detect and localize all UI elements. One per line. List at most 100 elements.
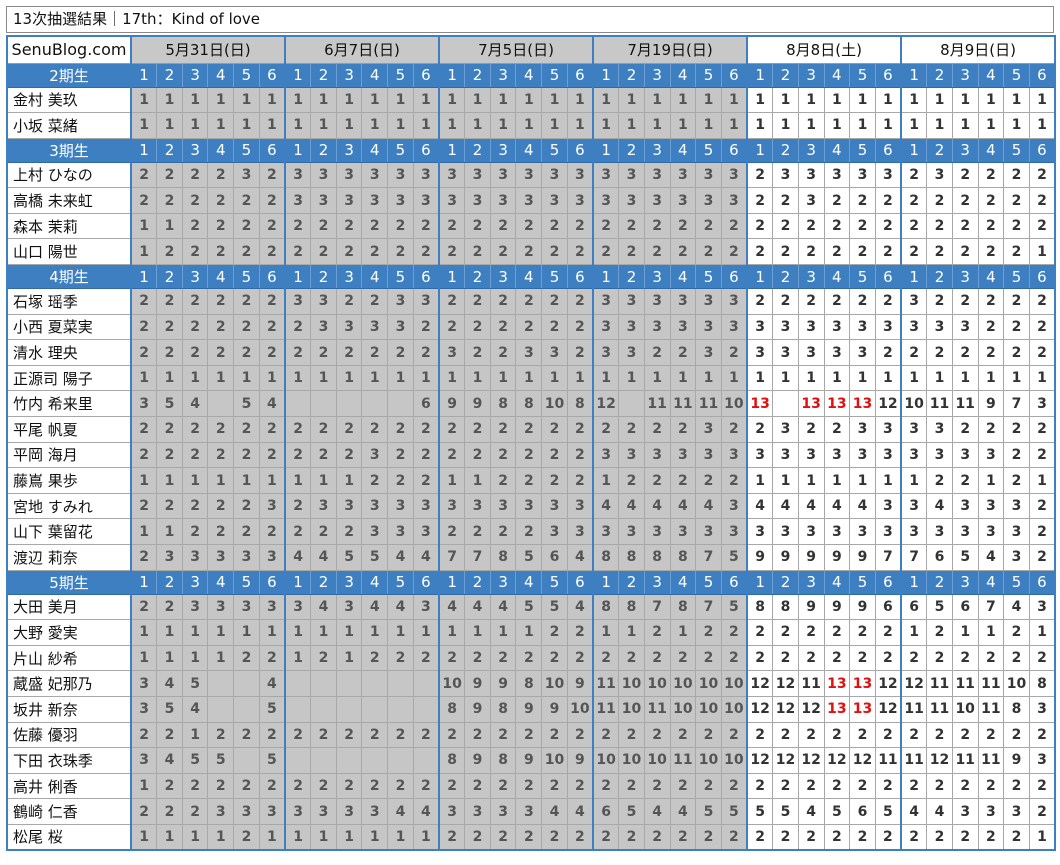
- result-cell: 3: [720, 313, 748, 341]
- slot-number: 5: [387, 62, 414, 88]
- result-cell: 2: [515, 441, 543, 469]
- result-cell: 2: [335, 288, 363, 315]
- result-cell: 3: [515, 339, 543, 366]
- slot-number: 1: [900, 264, 928, 290]
- result-cell: 2: [1028, 518, 1056, 545]
- result-cell: 3: [849, 518, 876, 545]
- slot-number: 2: [156, 264, 183, 290]
- result-cell: 3: [772, 161, 799, 189]
- slot-number: 4: [361, 569, 389, 595]
- result-cell: 1: [643, 364, 671, 392]
- result-cell: 4: [412, 798, 440, 825]
- result-cell: 9: [464, 390, 491, 418]
- result-cell: 1: [156, 644, 183, 672]
- result-cell: 3: [310, 313, 337, 341]
- result-cell: 1: [720, 364, 748, 392]
- result-cell: 2: [669, 467, 697, 494]
- result-cell: 2: [207, 416, 235, 443]
- slot-number: 3: [489, 62, 517, 88]
- result-cell: 2: [566, 721, 594, 749]
- slot-number: 3: [335, 62, 363, 88]
- result-cell: 8: [438, 695, 466, 723]
- result-cell: 2: [618, 823, 645, 851]
- member-row: 蔵盛 妃那乃 3 4 5 4 10 9 9 8 10 9 11 10 10 10 10 10 12 12 11 13 13…: [6, 670, 1056, 697]
- result-cell: 2: [181, 772, 209, 800]
- result-cell: 3: [643, 187, 671, 214]
- slot-number: 1: [130, 264, 158, 290]
- result-cell: 4: [310, 593, 337, 621]
- result-cell: 2: [130, 187, 158, 214]
- result-cell: 2: [156, 593, 183, 621]
- slot-number: 1: [746, 137, 774, 163]
- result-cell: 3: [618, 441, 645, 469]
- result-cell: 2: [720, 467, 748, 494]
- slot-number: 2: [618, 264, 645, 290]
- result-cell: 2: [1028, 441, 1056, 469]
- result-cell: 3: [874, 416, 902, 443]
- result-cell: 5: [874, 798, 902, 825]
- result-cell: 3: [797, 441, 825, 469]
- result-cell: 2: [258, 644, 286, 672]
- result-cell: 2: [797, 721, 825, 749]
- result-cell: 2: [1028, 212, 1056, 240]
- result-cell: 3: [695, 313, 722, 341]
- member-row: 高橋 未来虹 2 2 2 2 2 2 3 3 3 3 3 3 3 3 3 3 3 3 3 3 3 3 3 3 2 2 3 2 2 2 2 2 2 2…: [6, 187, 1056, 214]
- slot-number: 4: [515, 569, 543, 595]
- slot-number: 2: [618, 137, 645, 163]
- result-cell: 1: [618, 619, 645, 646]
- result-cell: 2: [233, 823, 260, 851]
- slot-number: 5: [233, 569, 260, 595]
- slot-number: 4: [207, 264, 235, 290]
- result-cell: 2: [669, 416, 697, 443]
- result-cell: 8: [438, 747, 466, 774]
- result-cell: 2: [335, 441, 363, 469]
- result-cell: 2: [874, 772, 902, 800]
- slot-number: 6: [1028, 569, 1056, 595]
- result-cell: 8: [772, 593, 799, 621]
- result-cell: 3: [438, 339, 466, 366]
- result-cell: 11: [926, 695, 953, 723]
- result-cell: 2: [258, 416, 286, 443]
- slot-number: 6: [566, 264, 594, 290]
- result-cell: 3: [720, 187, 748, 214]
- result-cell: 9: [797, 593, 825, 621]
- member-name: 清水 理央: [6, 339, 132, 366]
- result-cell: 2: [284, 339, 312, 366]
- slot-number: 5: [541, 264, 568, 290]
- result-cell: 2: [566, 467, 594, 494]
- slot-number: 1: [746, 569, 774, 595]
- result-cell: 2: [746, 823, 774, 851]
- result-cell: 9: [515, 747, 543, 774]
- result-cell: 3: [387, 518, 414, 545]
- result-cell: 3: [900, 313, 928, 341]
- date-header: 8月8日(土): [746, 35, 902, 64]
- result-cell: 3: [695, 518, 722, 545]
- result-cell: 2: [618, 772, 645, 800]
- result-cell: 2: [1028, 416, 1056, 443]
- result-cell: 3: [310, 492, 337, 520]
- result-cell: 2: [797, 238, 825, 266]
- result-cell: 4: [566, 593, 594, 621]
- result-cell: 2: [207, 441, 235, 469]
- result-cell: 2: [1003, 644, 1030, 672]
- result-cell: 3: [207, 798, 235, 825]
- result-cell: 1: [284, 644, 312, 672]
- slot-number: 6: [412, 264, 440, 290]
- slot-number: 1: [130, 62, 158, 88]
- result-cell: 1: [1028, 823, 1056, 851]
- result-cell: 8: [515, 670, 543, 697]
- date-header: 7月5日(日): [438, 35, 594, 64]
- result-cell: 2: [489, 313, 517, 341]
- result-cell: 2: [489, 644, 517, 672]
- result-cell: 1: [874, 364, 902, 392]
- result-cell: 2: [849, 644, 876, 672]
- result-cell: 4: [618, 492, 645, 520]
- result-cell: 2: [772, 619, 799, 646]
- result-cell: 2: [284, 518, 312, 545]
- result-cell: 1: [772, 364, 799, 392]
- result-cell: 3: [207, 544, 235, 571]
- slot-number: 4: [515, 137, 543, 163]
- result-cell: 1: [823, 112, 851, 139]
- result-cell: 2: [387, 339, 414, 366]
- slot-number: 2: [310, 264, 337, 290]
